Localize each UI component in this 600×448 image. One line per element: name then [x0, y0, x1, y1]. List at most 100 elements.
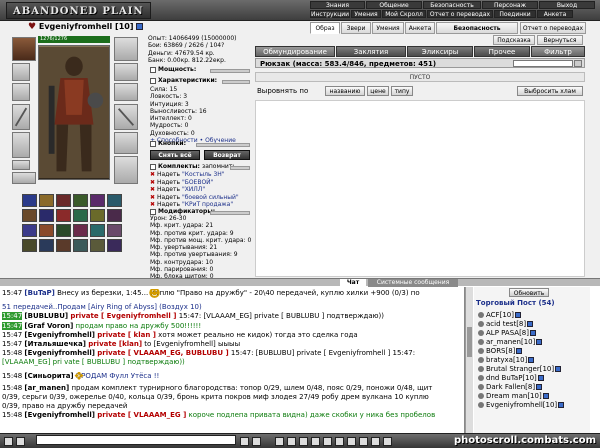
log-icon[interactable] [335, 437, 344, 446]
smile-icon[interactable] [16, 437, 25, 446]
sort-by-price-button[interactable]: цене [367, 86, 389, 96]
kits-section[interactable]: Комплекты: запомнить [150, 163, 236, 171]
rune-slot-12[interactable] [107, 209, 122, 222]
tab-skills[interactable]: Умения [372, 22, 404, 34]
return-button[interactable]: Возврат [204, 150, 250, 160]
rune-slot-21[interactable] [56, 239, 71, 252]
kits-slider[interactable] [230, 166, 250, 170]
tab-transfers[interactable]: Отчет о переводах [520, 22, 586, 34]
rune-slot-6[interactable] [107, 194, 122, 207]
rune-slot-11[interactable] [90, 209, 105, 222]
rune-slot-24[interactable] [107, 239, 122, 252]
translit-icon[interactable] [287, 437, 296, 446]
roster-user[interactable]: Evgeniyfromhell[10] [478, 401, 565, 410]
tab-profile[interactable]: Анкета [405, 22, 435, 34]
amulet-slot[interactable] [12, 83, 30, 101]
nav-battles[interactable]: Поединки [494, 10, 536, 18]
characteristics-slider[interactable] [222, 80, 250, 84]
nav-knowledge[interactable]: Знания [310, 1, 365, 9]
rune-slot-22[interactable] [73, 239, 88, 252]
rune-slot-2[interactable] [39, 194, 54, 207]
leggings-slot[interactable] [114, 132, 138, 154]
filter-icon[interactable] [275, 437, 284, 446]
power-section[interactable]: Мощность: [150, 66, 196, 74]
undress-all-button[interactable]: Снять всё [150, 150, 200, 160]
nav-skills[interactable]: Умения [351, 10, 381, 18]
rune-slot-13[interactable] [22, 224, 37, 237]
friends-icon[interactable] [359, 437, 368, 446]
roster-user[interactable]: Brutal Stranger[10] [478, 365, 562, 374]
tab-chat[interactable]: Чат [340, 279, 366, 287]
roster-user[interactable]: ACF[10] [478, 311, 521, 320]
help-icon[interactable] [347, 437, 356, 446]
nav-character[interactable]: Персонаж [482, 1, 538, 9]
roster-user[interactable]: ALP PASA[8] [478, 329, 536, 338]
kit-item[interactable]: ✖ Надеть "БОЕВОЙ" [150, 179, 239, 187]
tab-elixirs[interactable]: Эликсиры [407, 46, 473, 57]
rune-slot-5[interactable] [90, 194, 105, 207]
roster-user[interactable]: acid test[8] [478, 320, 534, 329]
map-icon[interactable] [383, 437, 392, 446]
filter-input[interactable] [513, 60, 573, 67]
roster-user[interactable]: ar_manen[10] [478, 338, 543, 347]
roster-user[interactable]: BORS[8] [478, 347, 523, 356]
buttons-section[interactable]: Кнопки: [150, 140, 186, 148]
kit-item[interactable]: ✖ Надеть "ХИЛЛ" [150, 186, 239, 194]
rune-slot-15[interactable] [56, 224, 71, 237]
gloves-slot[interactable] [114, 63, 138, 81]
shield-slot[interactable] [114, 104, 138, 130]
nav-my-scroll[interactable]: Мой Скролл [382, 10, 426, 18]
tab-filter[interactable]: Фильтр [531, 46, 585, 57]
boots-slot[interactable] [114, 156, 138, 184]
rune-slot-9[interactable] [56, 209, 71, 222]
hint-button[interactable]: Подсказка [493, 35, 535, 45]
character-name[interactable]: Evgeniyfromhell [39, 22, 112, 31]
chat-input[interactable] [36, 435, 236, 445]
rune-slot-1[interactable] [22, 194, 37, 207]
rune-slot-20[interactable] [39, 239, 54, 252]
rune-slot-16[interactable] [73, 224, 88, 237]
rune-slot-8[interactable] [39, 209, 54, 222]
sort-by-name-button[interactable]: названию [325, 86, 365, 96]
tab-image[interactable]: Образ [310, 22, 340, 34]
roster-user[interactable]: Dream man[10] [478, 392, 549, 401]
earring-slot[interactable] [12, 63, 30, 81]
tab-other[interactable]: Прочее [474, 46, 530, 57]
info-icon[interactable] [136, 23, 144, 30]
channel-icon[interactable] [299, 437, 308, 446]
weapon-slot[interactable] [12, 104, 30, 130]
ring-slots[interactable] [12, 172, 36, 184]
bracers-slot[interactable] [114, 37, 138, 61]
sort-by-type-button[interactable]: типу [391, 86, 413, 96]
nav-transfers[interactable]: Отчет о переводах [427, 10, 493, 18]
rune-slot-23[interactable] [90, 239, 105, 252]
belt-slot[interactable] [12, 160, 30, 170]
power-slider[interactable] [210, 69, 250, 73]
helmet-slot[interactable] [12, 37, 36, 61]
roster-user[interactable]: bratyxa[10] [478, 356, 535, 365]
rune-slot-7[interactable] [22, 209, 37, 222]
rune-slot-18[interactable] [107, 224, 122, 237]
nav-security[interactable]: Безопасность [423, 1, 481, 9]
filter-go-button[interactable] [574, 60, 582, 67]
kit-item[interactable]: ✖ Надеть "боевой сильный" [150, 194, 239, 202]
rune-slot-3[interactable] [56, 194, 71, 207]
settings-icon[interactable] [4, 437, 13, 446]
kit-item[interactable]: ✖ Надеть "Костыль 3Н" [150, 171, 239, 179]
nav-exit[interactable]: Выход [539, 1, 595, 9]
sound-icon[interactable] [323, 437, 332, 446]
rune-slot-17[interactable] [90, 224, 105, 237]
tab-equipment[interactable]: Обмундирование [255, 46, 335, 57]
mail-icon[interactable] [371, 437, 380, 446]
characteristics-section[interactable]: Характеристики: [150, 77, 217, 85]
nav-communication[interactable]: Общение [366, 1, 422, 9]
rune-slot-19[interactable] [22, 239, 37, 252]
nav-profile[interactable]: Анкета [537, 10, 573, 18]
send-icon[interactable] [240, 437, 249, 446]
clear-icon[interactable] [252, 437, 261, 446]
offhand-slot[interactable] [114, 83, 138, 101]
roster-user[interactable]: dnd BuTaP[10] [478, 374, 544, 383]
refresh-button[interactable]: Обновить [509, 288, 549, 297]
drop-junk-button[interactable]: Выбросить хлам [517, 86, 583, 96]
return-tab-button[interactable]: Вернуться [537, 35, 583, 45]
